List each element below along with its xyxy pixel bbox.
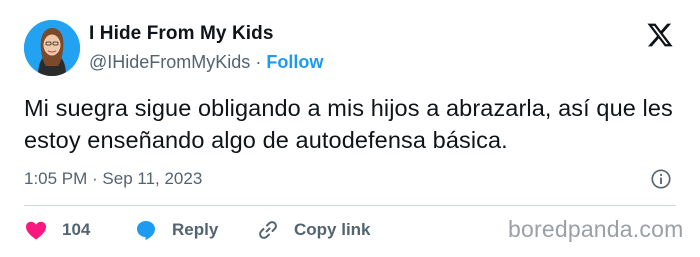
separator-dot: · xyxy=(255,52,262,72)
divider xyxy=(24,205,676,206)
x-logo-icon[interactable] xyxy=(646,21,674,49)
copy-link-label: Copy link xyxy=(294,220,371,239)
info-icon[interactable] xyxy=(650,168,672,190)
like-count: 104 xyxy=(62,220,91,239)
author-handle-line: @IHideFromMyKids · Follow xyxy=(89,52,323,73)
tweet-timestamp[interactable]: 1:05 PM · Sep 11, 2023 xyxy=(24,169,202,189)
reply-label: Reply xyxy=(172,220,219,239)
avatar-image xyxy=(24,20,80,76)
link-icon xyxy=(259,221,277,239)
tweet-card: I Hide From My Kids @IHideFromMyKids · F… xyxy=(0,0,700,257)
reply-button[interactable]: Reply xyxy=(134,214,218,246)
like-button[interactable]: 104 xyxy=(24,214,90,246)
avatar[interactable] xyxy=(24,20,80,76)
tweet-text: Mi suegra sigue obligando a mis hijos a … xyxy=(24,95,673,153)
heart-icon xyxy=(26,221,46,240)
author-name[interactable]: I Hide From My Kids xyxy=(89,23,274,45)
copy-link-button[interactable]: Copy link xyxy=(256,214,371,246)
watermark: boredpanda.com xyxy=(508,216,684,242)
author-handle[interactable]: @IHideFromMyKids xyxy=(89,52,250,72)
follow-button[interactable]: Follow xyxy=(266,52,323,72)
reply-bubble-icon xyxy=(137,221,155,240)
